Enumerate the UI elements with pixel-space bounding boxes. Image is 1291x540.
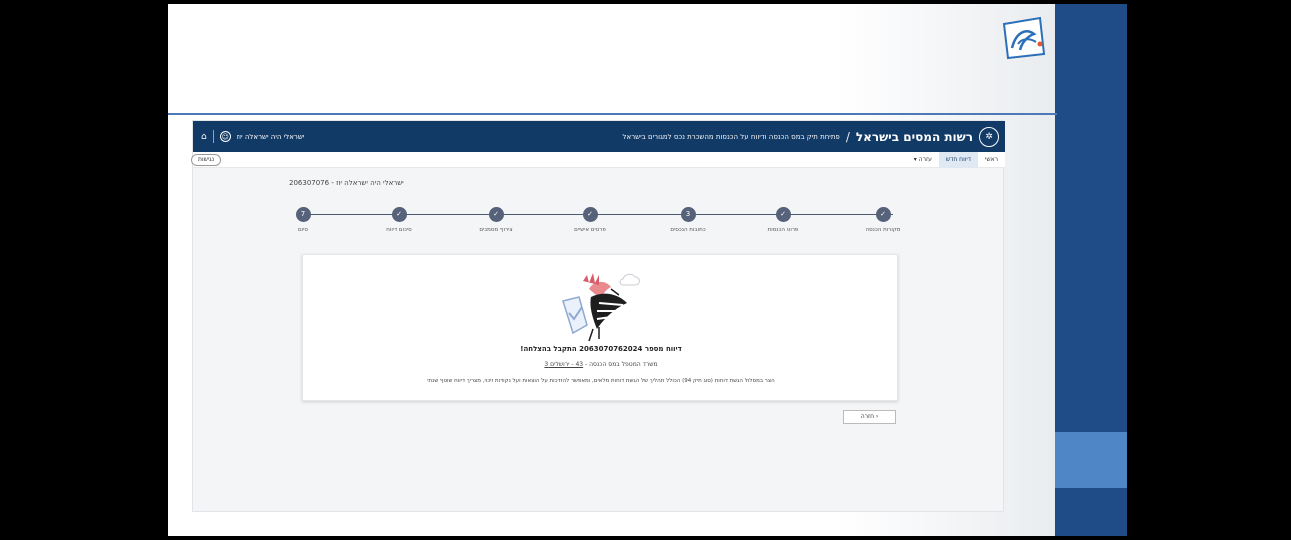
company-logo-icon xyxy=(1002,16,1046,60)
back-button[interactable]: ‹ חזרה xyxy=(843,410,896,424)
step-check-icon: ✓ xyxy=(582,207,598,222)
step-check-icon: ✓ xyxy=(391,207,407,222)
user-area: ישראלי היה ישראלה יוז ☺ ⌂ xyxy=(201,128,304,145)
filer-id-name: 206307076 - ישראלי היה ישראלה יוז xyxy=(289,179,404,187)
title-separator: / xyxy=(845,129,850,144)
step-property-addresses[interactable]: 3 כתובות הנכסים xyxy=(648,207,728,233)
slide-side-band-accent xyxy=(1055,432,1127,488)
step-label: סיום xyxy=(298,227,308,233)
step-label: פרוט הכנסות xyxy=(767,227,799,233)
step-income-sources[interactable]: ✓ מקורות הכנסה xyxy=(843,207,923,233)
nav-item-help[interactable]: עזרה ▾ xyxy=(907,152,939,168)
step-attach-documents[interactable]: ✓ צירוף מסמכים xyxy=(456,207,536,233)
track-note: הצר במסלול הגשת דוחות (סוג תיק 94) הכולל… xyxy=(427,378,775,384)
user-icon[interactable]: ☺ xyxy=(219,131,231,142)
portal-brand[interactable]: ✲ רשות המסים בישראל / פתיחת תיק במס הכנס… xyxy=(623,125,999,148)
tax-office-label: משרד המטפל במס הכנסה - xyxy=(583,361,658,368)
progress-stepper: ✓ מקורות הכנסה ✓ פרוט הכנסות 3 כתובות הנ… xyxy=(293,207,903,241)
portal-subtitle: פתיחת תיק במס הכנסה ודיווח על הכנסות מהש… xyxy=(622,132,840,141)
report-success-title: דיווח מספר 2063070762024 התקבל בהצלחה! xyxy=(520,345,682,353)
step-number: 3 xyxy=(680,207,696,222)
presentation-slide: ✲ רשות המסים בישראל / פתיחת תיק במס הכנס… xyxy=(168,4,1127,536)
step-report-summary[interactable]: ✓ סיכום דיווח xyxy=(359,207,439,233)
nav-item-new-report[interactable]: דיווח חדש xyxy=(938,152,978,168)
step-income-details[interactable]: ✓ פרוט הכנסות xyxy=(743,207,823,233)
accessibility-button[interactable]: נגישות xyxy=(191,154,222,166)
tax-office-line: משרד המטפל במס הכנסה - 43 - ירושלים 3 xyxy=(303,361,899,368)
step-number: 7 xyxy=(295,207,311,222)
user-name[interactable]: ישראלי היה ישראלה יוז xyxy=(237,133,305,141)
screen-frame: ✲ רשות המסים בישראל / פתיחת תיק במס הכנס… xyxy=(0,0,1291,540)
step-label: כתובות הנכסים xyxy=(670,227,706,233)
step-label: פרטים אישיים xyxy=(574,227,606,233)
step-finish[interactable]: 7 סיום xyxy=(263,207,343,233)
nav-item-home[interactable]: ראשי xyxy=(978,152,1005,168)
step-check-icon: ✓ xyxy=(775,207,791,222)
tax-portal-window: ✲ רשות המסים בישראל / פתיחת תיק במס הכנס… xyxy=(191,120,1005,512)
portal-title: רשות המסים בישראל xyxy=(855,129,973,144)
header-divider xyxy=(212,130,214,143)
bell-icon[interactable]: ⌂ xyxy=(201,132,207,142)
tax-authority-emblem-icon: ✲ xyxy=(979,126,999,147)
portal-nav: ראשי דיווח חדש עזרה ▾ נגישות xyxy=(191,152,1005,168)
portal-header: ✲ רשות המסים בישראל / פתיחת תיק במס הכנס… xyxy=(193,121,1005,152)
success-card: דיווח מספר 2063070762024 התקבל בהצלחה! מ… xyxy=(302,254,898,401)
step-label: מקורות הכנסה xyxy=(865,227,901,233)
step-label: צירוף מסמכים xyxy=(479,227,513,233)
slide-top-rule xyxy=(168,113,1057,115)
tax-office-link[interactable]: 43 - ירושלים 3 xyxy=(544,361,583,368)
nav-items: ראשי דיווח חדש עזרה ▾ xyxy=(907,152,1005,168)
step-label: סיכום דיווח xyxy=(386,227,412,233)
step-personal-details[interactable]: ✓ פרטים אישיים xyxy=(550,207,630,233)
step-check-icon: ✓ xyxy=(488,207,504,222)
hoopoe-bird-illustration-icon xyxy=(562,273,640,342)
step-check-icon: ✓ xyxy=(875,207,891,222)
